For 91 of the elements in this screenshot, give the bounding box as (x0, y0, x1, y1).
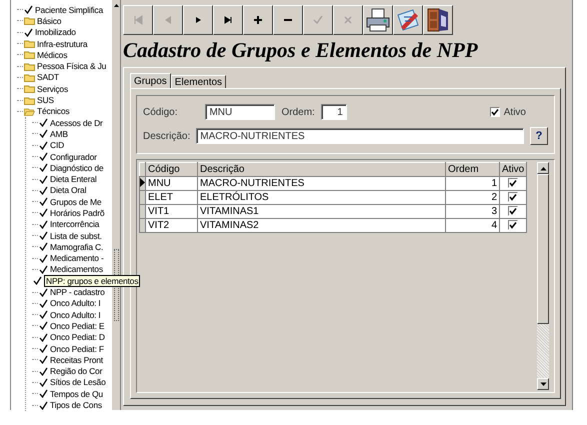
table-cell: VIT2 (146, 218, 198, 232)
tree-item[interactable]: Técnicos (37, 106, 70, 116)
row-header[interactable] (140, 176, 146, 190)
input-field[interactable]: 1 (320, 104, 347, 120)
checkbox[interactable] (490, 107, 500, 117)
printer-icon (365, 7, 391, 33)
check-icon (490, 108, 499, 116)
tree-item[interactable]: CID (50, 140, 64, 150)
tree-item[interactable]: Paciente Simplifica (35, 4, 104, 15)
scrollbar[interactable] (537, 162, 549, 390)
table-cell: 2 (446, 190, 500, 204)
field-label: Código: (143, 106, 178, 118)
field-label: Descrição: (143, 130, 190, 142)
table-cell: ELET (146, 190, 198, 204)
tree-item[interactable]: Tempos de Qu (50, 388, 103, 399)
tab[interactable]: Grupos (130, 73, 171, 88)
tree-item[interactable]: Tipos de Cons (50, 400, 102, 410)
table-cell: VIT1 (146, 204, 198, 218)
checkbox[interactable] (508, 220, 518, 230)
tree-item[interactable]: Médicos (37, 50, 68, 60)
tree-item[interactable]: Onco Pediat: E (50, 320, 104, 331)
tree-item[interactable]: Horários Padrõ (50, 208, 104, 218)
field-label: Ordem: (281, 106, 315, 118)
up-arrow-icon (112, 2, 120, 9)
tree-item[interactable]: Mamografia C. (50, 242, 104, 252)
tree-item[interactable]: Onco Pediat: F (50, 344, 104, 354)
down-arrow-icon (540, 382, 546, 386)
notepad-pencil-icon (395, 7, 421, 33)
tree-item[interactable]: Medicamentos (50, 264, 103, 274)
column-header[interactable]: Descrição (198, 162, 446, 176)
tree-item[interactable]: Onco Adulto: I (50, 298, 101, 308)
tree-item[interactable]: Região do Cor (50, 366, 102, 376)
tree-item[interactable]: NPP - cadastro (50, 287, 105, 298)
up-arrow-icon (540, 166, 546, 170)
table-cell: MACRO-NUTRIENTES (198, 176, 446, 190)
tree-item[interactable]: Grupos de Me (50, 196, 102, 207)
checkbox[interactable] (508, 206, 518, 216)
tab[interactable]: Elementos (170, 75, 226, 88)
tree-item[interactable]: Lista de subst. (50, 230, 102, 241)
checkbox-label: Ativo (504, 106, 526, 118)
cross-icon (342, 14, 354, 26)
plus-icon (252, 14, 264, 26)
table-cell: 4 (446, 218, 500, 232)
tree-item[interactable]: Diagnóstico de (50, 162, 104, 173)
tree-item[interactable]: Pessoa Física & Ju (37, 61, 106, 72)
table-cell: 1 (446, 176, 500, 190)
tooltip: NPP: grupos e elementos (44, 274, 140, 287)
tree-item[interactable]: Dieta Oral (50, 185, 86, 196)
tree-item[interactable]: Onco Pediat: D (50, 332, 105, 342)
tree-item[interactable]: SUS (37, 95, 54, 106)
tree-item[interactable]: Intercorrência (50, 219, 100, 230)
tree-item[interactable]: SADT (37, 72, 59, 82)
tree-item[interactable]: Onco Adulto: I (50, 310, 101, 320)
exit-button[interactable] (423, 5, 453, 35)
page-title: Cadastro de Grupos e Elementos de NPP (123, 38, 479, 63)
toolbar-button[interactable] (393, 5, 423, 35)
tree-item[interactable]: Sítios de Lesão (50, 377, 106, 388)
tree-item[interactable]: Imobilizado (35, 27, 76, 38)
help-button[interactable]: ? (530, 127, 548, 145)
table-cell: 3 (446, 204, 500, 218)
table-cell: VITAMINAS1 (198, 204, 446, 218)
skip-last-icon (222, 14, 234, 26)
toolbar-button[interactable] (243, 5, 273, 35)
tree-item[interactable]: AMB (50, 128, 68, 139)
tree-item[interactable]: Infra-estrutura (37, 38, 88, 49)
tree-item[interactable]: Serviços (37, 84, 68, 94)
checkbox[interactable] (508, 192, 518, 202)
input-field[interactable]: MACRO-NUTRIENTES (196, 128, 524, 144)
table-cell: VITAMINAS2 (198, 218, 446, 232)
toolbar-button[interactable] (183, 5, 213, 35)
tree-item[interactable]: Dieta Enteral (50, 174, 97, 184)
tree-item[interactable]: Acessos de Dr (50, 118, 103, 128)
tree-item[interactable]: Receitas Pront (50, 354, 103, 365)
door-icon (425, 7, 451, 33)
check-icon (24, 28, 33, 37)
column-header[interactable]: Ordem (446, 162, 500, 176)
table-cell: MNU (146, 176, 198, 190)
skip-first-icon (132, 14, 144, 26)
tree-item[interactable]: Configurador (50, 152, 97, 162)
check-icon (24, 5, 33, 14)
toolbar-button[interactable] (213, 5, 243, 35)
column-header[interactable]: Ativo (500, 162, 527, 176)
checkbox[interactable] (508, 178, 518, 188)
toolbar-button[interactable] (273, 5, 303, 35)
print-button[interactable] (363, 5, 393, 35)
check-icon (312, 14, 324, 26)
tree-item[interactable]: Medicamento - (50, 253, 104, 264)
tree-item[interactable]: Básico (37, 16, 62, 26)
table-cell: ELETRÓLITOS (198, 190, 446, 204)
input-field[interactable]: MNU (205, 104, 276, 120)
column-header[interactable]: Código (146, 162, 198, 176)
